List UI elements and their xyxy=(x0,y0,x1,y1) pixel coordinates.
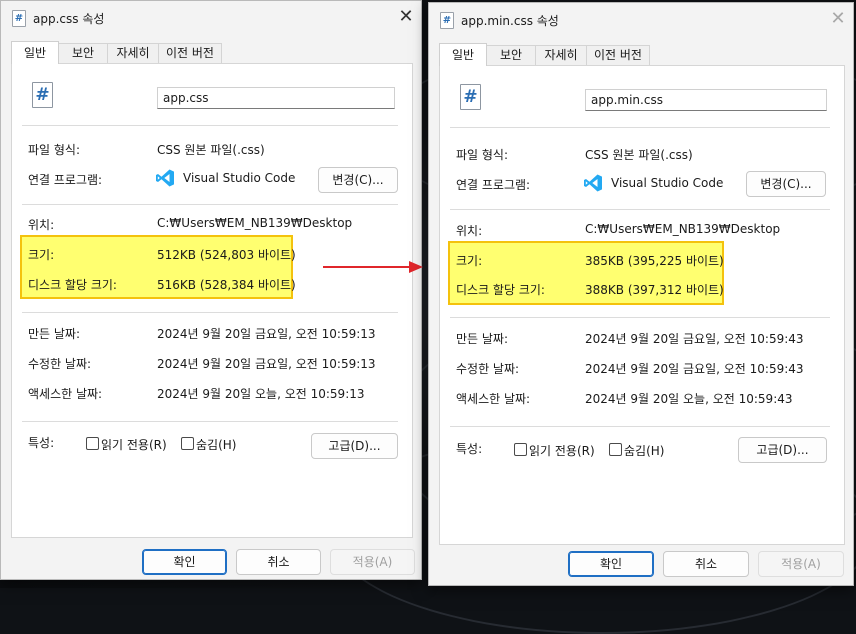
ok-button[interactable]: 확인 xyxy=(568,551,654,577)
css-file-icon: # xyxy=(12,10,26,27)
close-button[interactable]: ✕ xyxy=(823,3,853,35)
separator xyxy=(22,204,398,205)
size-value: 512KB (524,803 바이트) xyxy=(157,248,296,262)
hidden-label[interactable]: 숨김(H) xyxy=(196,436,236,453)
title-bar[interactable]: # app.min.css 속성 ✕ xyxy=(429,3,853,37)
accessed-value: 2024년 9월 20일 오늘, 오전 10:59:43 xyxy=(585,392,793,406)
separator xyxy=(22,125,398,126)
tab-details[interactable]: 자세히 xyxy=(535,45,587,65)
hidden-checkbox[interactable] xyxy=(181,437,194,450)
created-value: 2024년 9월 20일 금요일, 오전 10:59:43 xyxy=(585,332,804,346)
separator xyxy=(22,421,398,422)
size-value: 385KB (395,225 바이트) xyxy=(585,254,724,268)
separator xyxy=(450,209,830,210)
location-label: 위치: xyxy=(28,218,55,232)
modified-label: 수정한 날짜: xyxy=(456,362,520,376)
file-type-label: 파일 형식: xyxy=(456,148,509,162)
window-title: app.min.css 속성 xyxy=(461,14,559,28)
modified-value: 2024년 9월 20일 금요일, 오전 10:59:13 xyxy=(157,357,376,371)
location-label: 위치: xyxy=(456,224,483,238)
css-file-icon: # xyxy=(440,12,454,29)
close-button[interactable]: ✕ xyxy=(391,1,421,33)
created-label: 만든 날짜: xyxy=(456,332,509,346)
tab-general[interactable]: 일반 xyxy=(11,41,59,64)
properties-dialog-app-min-css: # app.min.css 속성 ✕ 일반 보안 자세히 이전 버전 # 파일 … xyxy=(428,2,854,586)
red-arrow-right xyxy=(323,261,423,273)
hidden-checkbox[interactable] xyxy=(609,443,622,456)
attributes-label: 특성: xyxy=(456,442,483,456)
separator xyxy=(450,426,830,427)
cancel-button[interactable]: 취소 xyxy=(663,551,749,577)
tab-general[interactable]: 일반 xyxy=(439,43,487,66)
tab-details[interactable]: 자세히 xyxy=(107,43,159,63)
size-label: 크기: xyxy=(456,254,483,268)
advanced-button[interactable]: 고급(D)... xyxy=(738,437,827,463)
properties-dialog-app-css: # app.css 속성 ✕ 일반 보안 자세히 이전 버전 # 파일 형식: … xyxy=(0,0,422,580)
disk-size-label: 디스크 할당 크기: xyxy=(28,278,117,292)
change-button[interactable]: 변경(C)... xyxy=(318,167,398,193)
open-with-label: 연결 프로그램: xyxy=(28,173,103,187)
accessed-label: 액세스한 날짜: xyxy=(456,392,531,406)
file-name-input[interactable] xyxy=(585,89,827,111)
separator xyxy=(450,317,830,318)
file-name-input[interactable] xyxy=(157,87,395,109)
disk-size-value: 388KB (397,312 바이트) xyxy=(585,283,724,297)
advanced-button[interactable]: 고급(D)... xyxy=(311,433,398,459)
css-file-icon: # xyxy=(460,84,481,110)
created-label: 만든 날짜: xyxy=(28,327,81,341)
created-value: 2024년 9월 20일 금요일, 오전 10:59:13 xyxy=(157,327,376,341)
modified-value: 2024년 9월 20일 금요일, 오전 10:59:43 xyxy=(585,362,804,376)
location-value: C:₩Users₩EM_NB139₩Desktop xyxy=(585,222,781,236)
disk-size-label: 디스크 할당 크기: xyxy=(456,283,545,297)
change-button[interactable]: 변경(C)... xyxy=(746,171,826,197)
title-bar[interactable]: # app.css 속성 ✕ xyxy=(1,1,421,35)
cancel-button[interactable]: 취소 xyxy=(236,549,321,575)
accessed-value: 2024년 9월 20일 오늘, 오전 10:59:13 xyxy=(157,387,365,401)
open-with-label: 연결 프로그램: xyxy=(456,178,531,192)
file-type-value: CSS 원본 파일(.css) xyxy=(157,143,265,157)
vscode-icon xyxy=(156,169,174,187)
file-type-label: 파일 형식: xyxy=(28,143,81,157)
size-label: 크기: xyxy=(28,248,55,262)
window-title: app.css 속성 xyxy=(33,12,105,26)
css-file-icon: # xyxy=(32,82,53,108)
vscode-icon xyxy=(584,174,602,192)
open-with-app-name: Visual Studio Code xyxy=(183,171,296,185)
general-tab-panel: # 파일 형식: CSS 원본 파일(.css) 연결 프로그램: Visual… xyxy=(11,63,413,538)
attributes-label: 특성: xyxy=(28,436,55,450)
readonly-checkbox[interactable] xyxy=(514,443,527,456)
apply-button[interactable]: 적용(A) xyxy=(758,551,844,577)
location-value: C:₩Users₩EM_NB139₩Desktop xyxy=(157,216,353,230)
tab-security[interactable]: 보안 xyxy=(58,43,108,63)
accessed-label: 액세스한 날짜: xyxy=(28,387,103,401)
modified-label: 수정한 날짜: xyxy=(28,357,92,371)
tab-security[interactable]: 보안 xyxy=(486,45,536,65)
readonly-checkbox[interactable] xyxy=(86,437,99,450)
open-with-app-name: Visual Studio Code xyxy=(611,176,724,190)
file-type-value: CSS 원본 파일(.css) xyxy=(585,148,693,162)
separator xyxy=(22,312,398,313)
readonly-label[interactable]: 읽기 전용(R) xyxy=(101,436,167,453)
ok-button[interactable]: 확인 xyxy=(142,549,227,575)
tab-previous-versions[interactable]: 이전 버전 xyxy=(586,45,650,65)
separator xyxy=(450,127,830,128)
hidden-label[interactable]: 숨김(H) xyxy=(624,442,664,459)
apply-button[interactable]: 적용(A) xyxy=(330,549,415,575)
general-tab-panel: # 파일 형식: CSS 원본 파일(.css) 연결 프로그램: Visual… xyxy=(439,65,845,545)
disk-size-value: 516KB (528,384 바이트) xyxy=(157,278,296,292)
tab-previous-versions[interactable]: 이전 버전 xyxy=(158,43,222,63)
readonly-label[interactable]: 읽기 전용(R) xyxy=(529,442,595,459)
